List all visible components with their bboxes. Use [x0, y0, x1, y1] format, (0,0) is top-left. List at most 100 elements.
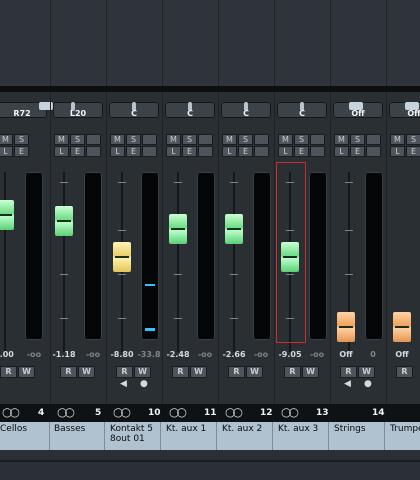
volume-fader[interactable] — [337, 312, 355, 342]
extra-button[interactable] — [310, 146, 325, 157]
read-button[interactable]: R — [172, 366, 189, 378]
pan-control[interactable]: C — [221, 102, 271, 118]
read-button[interactable]: R — [396, 366, 413, 378]
edit-button[interactable]: E — [238, 146, 253, 157]
link-rings-icon[interactable]: ○○ — [225, 405, 243, 419]
volume-value[interactable]: Off — [332, 350, 360, 359]
extra-button[interactable] — [366, 146, 381, 157]
extra-button[interactable] — [198, 146, 213, 157]
record-dot-icon[interactable]: ● — [140, 379, 148, 389]
read-button[interactable]: R — [340, 366, 357, 378]
edit-button[interactable]: E — [350, 146, 365, 157]
extra-button[interactable] — [142, 146, 157, 157]
read-button[interactable]: R — [228, 366, 245, 378]
channel-name[interactable]: Kt. aux 1 — [163, 422, 217, 450]
speaker-icon[interactable]: ◀ — [344, 379, 351, 389]
volume-value[interactable]: -9.05 — [276, 350, 304, 359]
edit-button[interactable]: E — [406, 146, 420, 157]
mute-button[interactable]: M — [0, 134, 13, 145]
volume-fader[interactable] — [169, 214, 187, 244]
listen-button[interactable]: L — [0, 146, 13, 157]
pan-control[interactable]: L20 — [53, 102, 103, 118]
listen-button[interactable]: L — [390, 146, 405, 157]
speaker-icon[interactable]: ◀ — [120, 379, 127, 389]
volume-fader[interactable] — [55, 206, 73, 236]
listen-button[interactable]: L — [222, 146, 237, 157]
edit-button[interactable]: E — [70, 146, 85, 157]
volume-value[interactable]: -2.48 — [164, 350, 192, 359]
link-rings-icon[interactable]: ○○ — [169, 405, 187, 419]
write-button[interactable]: W — [78, 366, 95, 378]
solo-button[interactable]: S — [70, 134, 85, 145]
channel-name[interactable]: Basses — [51, 422, 105, 450]
pan-control[interactable]: Off — [333, 102, 383, 118]
channel-name[interactable]: Cellos — [0, 422, 50, 450]
channel-name[interactable]: Trumpet — [387, 422, 420, 450]
listen-button[interactable]: L — [54, 146, 69, 157]
pan-control[interactable]: R72 — [0, 102, 53, 118]
extra-button[interactable] — [310, 134, 325, 145]
write-button[interactable]: W — [246, 366, 263, 378]
extra-button[interactable] — [142, 134, 157, 145]
volume-fader[interactable] — [0, 200, 14, 230]
solo-button[interactable]: S — [294, 134, 309, 145]
edit-button[interactable]: E — [14, 146, 29, 157]
channel-name[interactable]: Kt. aux 2 — [219, 422, 273, 450]
mute-button[interactable]: M — [222, 134, 237, 145]
extra-button[interactable] — [198, 134, 213, 145]
volume-fader[interactable] — [225, 214, 243, 244]
mute-button[interactable]: M — [54, 134, 69, 145]
volume-value[interactable]: -1.18 — [50, 350, 78, 359]
pan-control[interactable]: C — [109, 102, 159, 118]
volume-value[interactable]: -2.66 — [220, 350, 248, 359]
solo-button[interactable]: S — [238, 134, 253, 145]
listen-button[interactable]: L — [110, 146, 125, 157]
extra-button[interactable] — [366, 134, 381, 145]
write-button[interactable]: W — [190, 366, 207, 378]
listen-button[interactable]: L — [334, 146, 349, 157]
mute-button[interactable]: M — [390, 134, 405, 145]
write-button[interactable]: W — [358, 366, 375, 378]
write-button[interactable]: W — [134, 366, 151, 378]
link-rings-icon[interactable]: ○○ — [113, 405, 131, 419]
read-button[interactable]: R — [284, 366, 301, 378]
pan-control[interactable]: C — [277, 102, 327, 118]
volume-value[interactable]: Off — [388, 350, 416, 359]
extra-button[interactable] — [86, 146, 101, 157]
channel-name[interactable]: Kt. aux 3 — [275, 422, 329, 450]
solo-button[interactable]: S — [126, 134, 141, 145]
mute-button[interactable]: M — [166, 134, 181, 145]
pan-control[interactable]: Off — [389, 102, 420, 118]
mute-button[interactable]: M — [334, 134, 349, 145]
channel-name[interactable]: Strings — [331, 422, 385, 450]
volume-value[interactable]: -8.80 — [108, 350, 136, 359]
extra-button[interactable] — [254, 146, 269, 157]
volume-value[interactable]: 0.00 — [0, 350, 18, 359]
link-rings-icon[interactable]: ○○ — [57, 405, 75, 419]
listen-button[interactable]: L — [166, 146, 181, 157]
read-button[interactable]: R — [60, 366, 77, 378]
link-rings-icon[interactable]: ○○ — [281, 405, 299, 419]
mute-button[interactable]: M — [278, 134, 293, 145]
solo-button[interactable]: S — [406, 134, 420, 145]
volume-fader[interactable] — [393, 312, 411, 342]
edit-button[interactable]: E — [182, 146, 197, 157]
extra-button[interactable] — [86, 134, 101, 145]
read-button[interactable]: R — [116, 366, 133, 378]
edit-button[interactable]: E — [294, 146, 309, 157]
solo-button[interactable]: S — [14, 134, 29, 145]
read-button[interactable]: R — [0, 366, 17, 378]
volume-fader[interactable] — [113, 242, 131, 272]
write-button[interactable]: W — [302, 366, 319, 378]
solo-button[interactable]: S — [182, 134, 197, 145]
mute-button[interactable]: M — [110, 134, 125, 145]
listen-button[interactable]: L — [278, 146, 293, 157]
solo-button[interactable]: S — [350, 134, 365, 145]
edit-button[interactable]: E — [126, 146, 141, 157]
pan-control[interactable]: C — [165, 102, 215, 118]
extra-button[interactable] — [254, 134, 269, 145]
write-button[interactable]: W — [18, 366, 35, 378]
channel-name[interactable]: Kontakt 5 8out 01 — [107, 422, 161, 450]
record-dot-icon[interactable]: ● — [364, 379, 372, 389]
link-rings-icon[interactable]: ○○ — [2, 405, 20, 419]
